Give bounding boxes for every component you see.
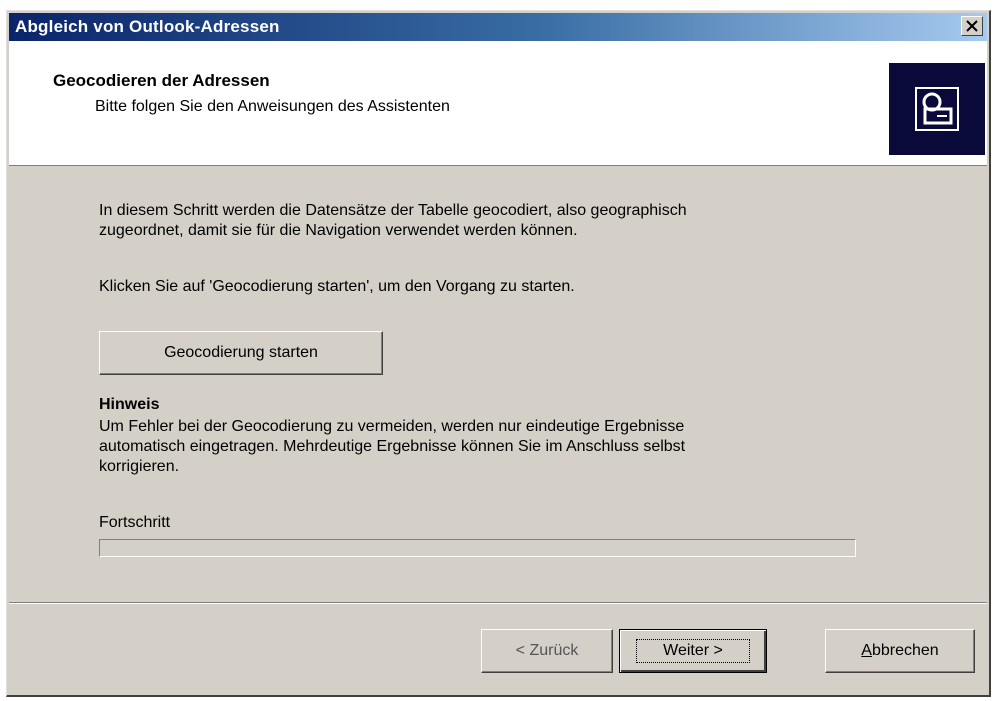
next-button-label: Weiter > [636,639,750,663]
intro-line-2: zugeordnet, damit sie für die Navigation… [99,222,578,239]
wizard-dialog: Abgleich von Outlook-Adressen Geocodiere… [6,10,991,697]
progress-bar [99,539,856,557]
footer-separator [9,602,987,604]
start-geocoding-button[interactable]: Geocodierung starten [99,331,383,375]
hint-line-2: automatisch eingetragen. Mehrdeutige Erg… [99,438,686,455]
cancel-button-label: Abbrechen [861,642,939,659]
cancel-button[interactable]: Abbrechen [825,629,975,673]
page-title: Geocodieren der Adressen [53,71,270,90]
hint-line-3: korrigieren. [99,458,180,475]
progress-label: Fortschritt [99,514,171,531]
close-icon [966,20,978,32]
page-subtitle: Bitte folgen Sie den Anweisungen des Ass… [95,98,450,115]
wizard-header: Geocodieren der Adressen Bitte folgen Si… [9,41,987,166]
next-button[interactable]: Weiter > [619,629,767,673]
hint-text: Um Fehler bei der Geocodierung zu vermei… [99,417,685,477]
address-card-icon [915,87,959,131]
intro-text: In diesem Schritt werden die Datensätze … [99,201,687,241]
intro-line-1: In diesem Schritt werden die Datensätze … [99,202,687,219]
wizard-address-icon [889,63,985,155]
hint-title: Hinweis [99,396,160,413]
window-title: Abgleich von Outlook-Adressen [15,17,280,36]
title-bar[interactable]: Abgleich von Outlook-Adressen [9,13,987,41]
hint-line-1: Um Fehler bei der Geocodierung zu vermei… [99,418,685,435]
back-button[interactable]: < Zurück [481,629,613,673]
instruction-text: Klicken Sie auf 'Geocodierung starten', … [99,278,575,295]
close-button[interactable] [961,16,983,36]
